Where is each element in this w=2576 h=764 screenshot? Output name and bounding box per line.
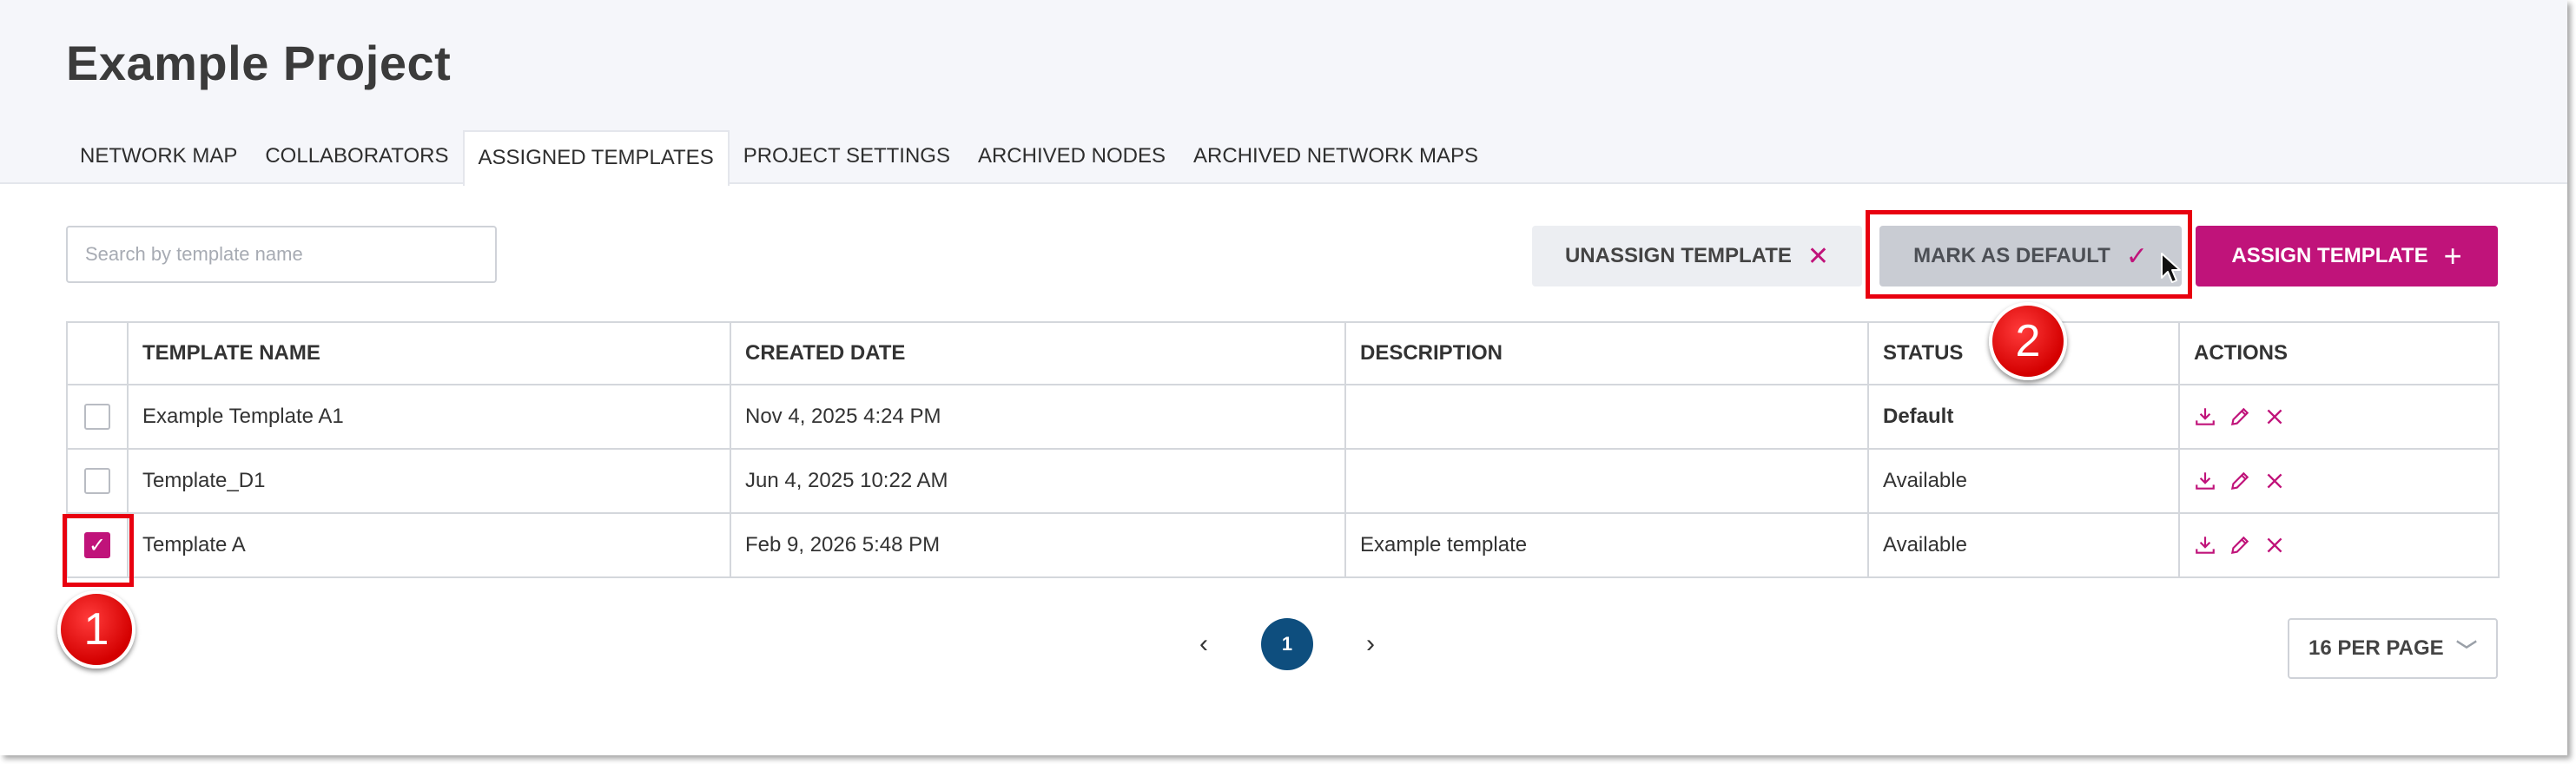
table-row: Example Template A1 Nov 4, 2025 4:24 PM … (66, 384, 2500, 450)
mark-as-default-label: MARK AS DEFAULT (1913, 244, 2110, 267)
actions-cell (2178, 512, 2500, 578)
table-row: ✓ Template A Feb 9, 2026 5:48 PM Example… (66, 512, 2500, 578)
edit-icon[interactable] (2229, 470, 2251, 492)
tab-archived-network-maps[interactable]: ARCHIVED NETWORK MAPS (1179, 130, 1492, 182)
edit-icon[interactable] (2229, 534, 2251, 557)
select-column-header (66, 321, 129, 385)
tab-bar: NETWORK MAP COLLABORATORS ASSIGNED TEMPL… (66, 130, 1492, 186)
description-cell (1344, 384, 1869, 450)
actions-cell (2178, 384, 2500, 450)
table-header-row: TEMPLATE NAME CREATED DATE DESCRIPTION S… (66, 321, 2500, 385)
app-window: Example Project NETWORK MAP COLLABORATOR… (0, 0, 2567, 755)
created-date-cell: Nov 4, 2025 4:24 PM (730, 384, 1346, 450)
unassign-template-button[interactable]: UNASSIGN TEMPLATE ✕ (1532, 226, 1862, 286)
column-header-created-date[interactable]: CREATED DATE (730, 321, 1346, 385)
pagination: ‹ 1 › (1188, 618, 1386, 670)
status-cell: Available (1867, 512, 2180, 578)
download-icon[interactable] (2194, 405, 2216, 428)
search-input[interactable] (66, 226, 497, 283)
template-name-cell: Template A (127, 512, 731, 578)
chevron-right-icon[interactable]: › (1355, 629, 1386, 659)
page-title: Example Project (66, 36, 452, 90)
row-checkbox-checked[interactable]: ✓ (84, 532, 110, 558)
row-checkbox[interactable] (84, 404, 110, 430)
assign-template-button[interactable]: ASSIGN TEMPLATE + (2196, 226, 2498, 286)
unassign-template-label: UNASSIGN TEMPLATE (1564, 244, 1792, 267)
edit-icon[interactable] (2229, 405, 2251, 428)
actions-cell (2178, 448, 2500, 514)
created-date-cell: Feb 9, 2026 5:48 PM (730, 512, 1346, 578)
delete-icon[interactable] (2263, 470, 2286, 492)
mark-as-default-button[interactable]: MARK AS DEFAULT ✓ (1879, 226, 2182, 286)
mouse-pointer-icon (2160, 252, 2183, 289)
templates-table: TEMPLATE NAME CREATED DATE DESCRIPTION S… (66, 321, 2500, 578)
close-icon: ✕ (1807, 241, 1830, 271)
per-page-select[interactable]: 16 PER PAGE ﹀ (2288, 618, 2498, 679)
column-header-template-name[interactable]: TEMPLATE NAME (127, 321, 731, 385)
tab-collaborators[interactable]: COLLABORATORS (251, 130, 462, 182)
status-cell: Available (1867, 448, 2180, 514)
chevron-left-icon[interactable]: ‹ (1188, 629, 1219, 659)
download-icon[interactable] (2194, 534, 2216, 557)
check-icon: ✓ (2125, 241, 2148, 271)
created-date-cell: Jun 4, 2025 10:22 AM (730, 448, 1346, 514)
delete-icon[interactable] (2263, 534, 2286, 557)
tab-assigned-templates[interactable]: ASSIGNED TEMPLATES (462, 130, 730, 186)
annotation-badge-2: 2 (1989, 302, 2067, 380)
table-row: Template_D1 Jun 4, 2025 10:22 AM Availab… (66, 448, 2500, 514)
assign-template-label: ASSIGN TEMPLATE (2231, 244, 2428, 267)
column-header-actions: ACTIONS (2178, 321, 2500, 385)
page-number-current[interactable]: 1 (1261, 618, 1313, 670)
column-header-description[interactable]: DESCRIPTION (1344, 321, 1869, 385)
tab-network-map[interactable]: NETWORK MAP (66, 130, 251, 182)
annotation-badge-1: 1 (57, 590, 135, 668)
download-icon[interactable] (2194, 470, 2216, 492)
tab-archived-nodes[interactable]: ARCHIVED NODES (964, 130, 1179, 182)
per-page-label: 16 PER PAGE (2308, 636, 2444, 660)
delete-icon[interactable] (2263, 405, 2286, 428)
template-name-cell: Example Template A1 (127, 384, 731, 450)
row-checkbox[interactable] (84, 468, 110, 494)
tab-project-settings[interactable]: PROJECT SETTINGS (730, 130, 964, 182)
plus-icon: + (2443, 238, 2462, 273)
status-cell: Default (1867, 384, 2180, 450)
description-cell (1344, 448, 1869, 514)
description-cell: Example template (1344, 512, 1869, 578)
template-name-cell: Template_D1 (127, 448, 731, 514)
chevron-down-icon: ﹀ (2456, 639, 2477, 663)
